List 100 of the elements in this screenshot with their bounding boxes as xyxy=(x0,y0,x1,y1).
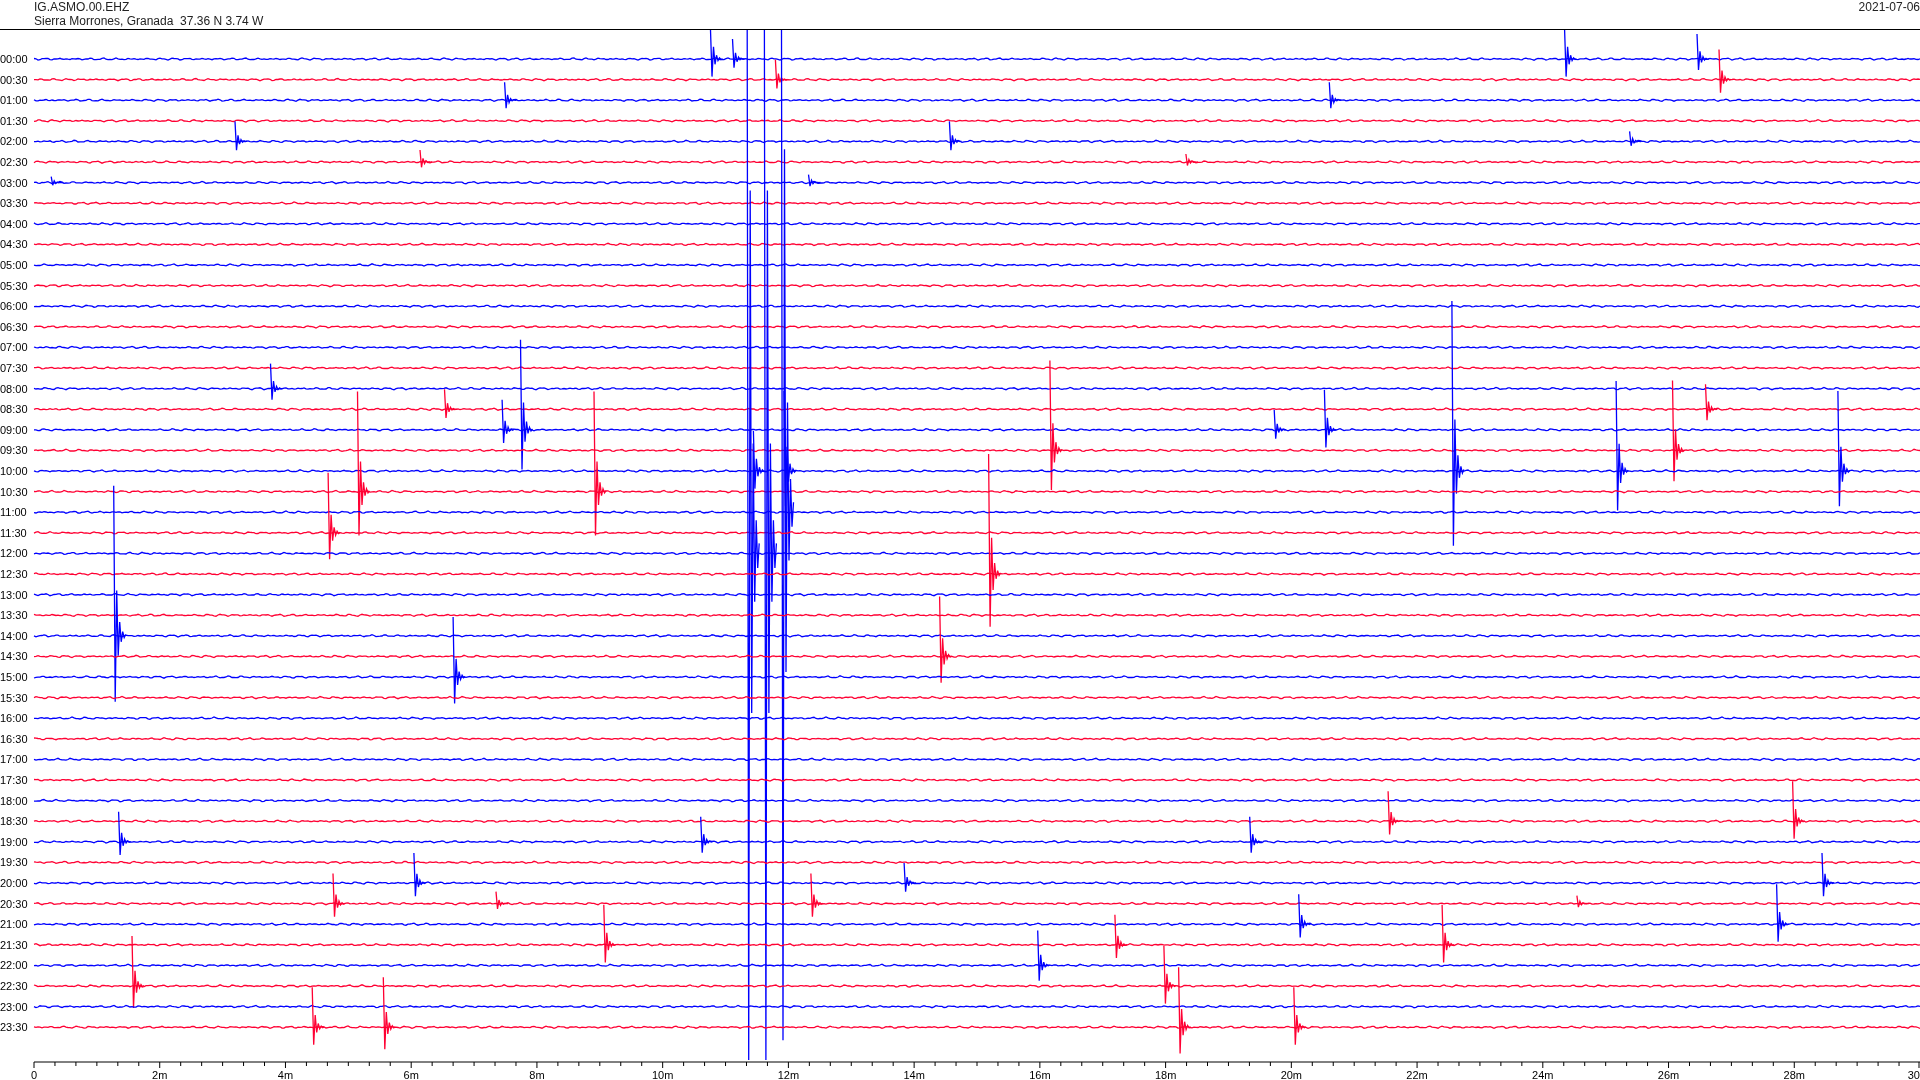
time-label: 21:30 xyxy=(0,938,28,951)
time-label: 17:00 xyxy=(0,753,28,766)
seismic-spike xyxy=(311,986,325,1046)
seismic-spike xyxy=(1576,894,1590,908)
time-label: 03:00 xyxy=(0,176,28,189)
seismic-spike xyxy=(1114,914,1128,959)
time-label: 20:00 xyxy=(0,877,28,889)
time-label: 04:30 xyxy=(0,238,28,251)
seismic-spike xyxy=(1628,130,1643,147)
time-label: 11:30 xyxy=(0,526,27,539)
time-label: 12:00 xyxy=(0,547,28,560)
time-label: 19:00 xyxy=(0,835,28,848)
tick-label: 24m xyxy=(1532,1069,1554,1079)
seismic-spike xyxy=(413,852,427,897)
seismic-spike xyxy=(1718,48,1732,94)
time-label: 15:30 xyxy=(0,691,28,704)
time-label: 15:00 xyxy=(0,671,28,683)
tick-label: 20m xyxy=(1280,1069,1303,1079)
seismic-spike xyxy=(332,872,346,918)
seismic-spike xyxy=(1323,389,1338,449)
tick-label: 18m xyxy=(1154,1069,1177,1079)
time-label: 17:30 xyxy=(0,774,28,786)
time-label: 02:00 xyxy=(0,135,28,148)
seismic-spike xyxy=(1441,904,1455,964)
time-label: 05:30 xyxy=(0,279,28,292)
time-label: 22:30 xyxy=(0,980,28,992)
seismic-spike xyxy=(1387,790,1401,836)
seismic-spike xyxy=(1185,153,1199,167)
time-label: 08:30 xyxy=(0,403,28,416)
time-label: 02:30 xyxy=(0,156,28,168)
time-label: 23:00 xyxy=(0,1000,28,1013)
seismic-spike xyxy=(1293,986,1307,1046)
time-label: 16:00 xyxy=(0,712,28,725)
seismic-spike xyxy=(903,862,917,893)
seismic-spike xyxy=(709,30,724,78)
time-label: 11:00 xyxy=(0,506,27,519)
time-label: 19:30 xyxy=(0,856,28,869)
tick-label: 6m xyxy=(403,1069,419,1079)
seismic-spike xyxy=(807,173,822,187)
seismic-spike xyxy=(50,175,64,186)
seismic-spike xyxy=(948,120,963,151)
seismic-spike xyxy=(1037,929,1051,982)
seismic-spike xyxy=(1821,852,1835,897)
tick-label: 26m xyxy=(1657,1069,1680,1079)
time-label: 23:30 xyxy=(0,1021,28,1034)
station-code: IG.ASMO.00.EHZ xyxy=(34,0,131,14)
time-label: 22:00 xyxy=(0,959,28,972)
tick-label: 10m xyxy=(651,1069,674,1079)
seismic-spike xyxy=(234,120,248,151)
time-label: 08:00 xyxy=(0,382,28,395)
tick-label: 0 xyxy=(30,1069,38,1079)
seismic-spike xyxy=(1273,409,1287,440)
time-label: 01:30 xyxy=(0,114,28,127)
tick-label: 14m xyxy=(903,1069,925,1079)
time-label: 14:30 xyxy=(0,650,28,663)
time-label: 14:00 xyxy=(0,629,28,642)
time-label: 06:30 xyxy=(0,320,28,333)
time-label: 00:30 xyxy=(0,73,28,86)
seismic-spike xyxy=(1328,81,1342,109)
seismic-spike xyxy=(495,890,509,910)
seismic-spike xyxy=(603,904,617,964)
seismic-spike xyxy=(117,811,132,856)
seismic-spike xyxy=(1704,383,1719,421)
time-label: 13:00 xyxy=(0,588,28,601)
time-label: 16:30 xyxy=(0,732,28,745)
time-label: 07:00 xyxy=(0,341,28,354)
tick-label: 2m xyxy=(152,1069,168,1079)
time-label: 18:00 xyxy=(0,794,28,807)
time-label: 03:30 xyxy=(0,197,28,210)
seismic-spike xyxy=(503,81,518,109)
tick-label: 28m xyxy=(1783,1069,1805,1079)
time-label: 09:00 xyxy=(0,423,28,436)
time-label: 21:00 xyxy=(0,918,28,931)
seismic-spike xyxy=(700,816,714,854)
seismic-spike xyxy=(1791,780,1806,840)
time-label: 00:00 xyxy=(0,53,28,65)
time-label: 12:30 xyxy=(0,568,28,580)
time-label: 13:30 xyxy=(0,609,28,622)
tick-label: 22m xyxy=(1406,1069,1428,1079)
time-label: 10:00 xyxy=(0,465,28,477)
tick-label: 8m xyxy=(529,1069,545,1079)
date-label: 2021-07-06 xyxy=(1858,0,1920,16)
tick-label: 16m xyxy=(1029,1069,1051,1079)
time-label: 04:00 xyxy=(0,217,28,230)
tick-label: 4m xyxy=(277,1069,294,1079)
station-location: Sierra Morrones, Granada 37.36 N 3.74 W xyxy=(34,14,264,28)
seismic-spike xyxy=(419,149,433,168)
seismic-spike xyxy=(1563,30,1578,78)
time-label: 09:30 xyxy=(0,444,28,457)
seismic-spike xyxy=(501,399,515,444)
seismic-spike xyxy=(1298,893,1312,939)
time-label: 05:00 xyxy=(0,259,28,271)
seismic-spike xyxy=(1696,33,1710,71)
time-label: 01:00 xyxy=(0,94,28,107)
seismic-spike xyxy=(443,388,458,419)
time-label: 06:00 xyxy=(0,300,28,313)
time-label: 20:30 xyxy=(0,897,28,910)
seismic-spike xyxy=(1775,883,1790,943)
time-label: 07:30 xyxy=(0,362,28,374)
seismic-spike xyxy=(1249,816,1263,854)
